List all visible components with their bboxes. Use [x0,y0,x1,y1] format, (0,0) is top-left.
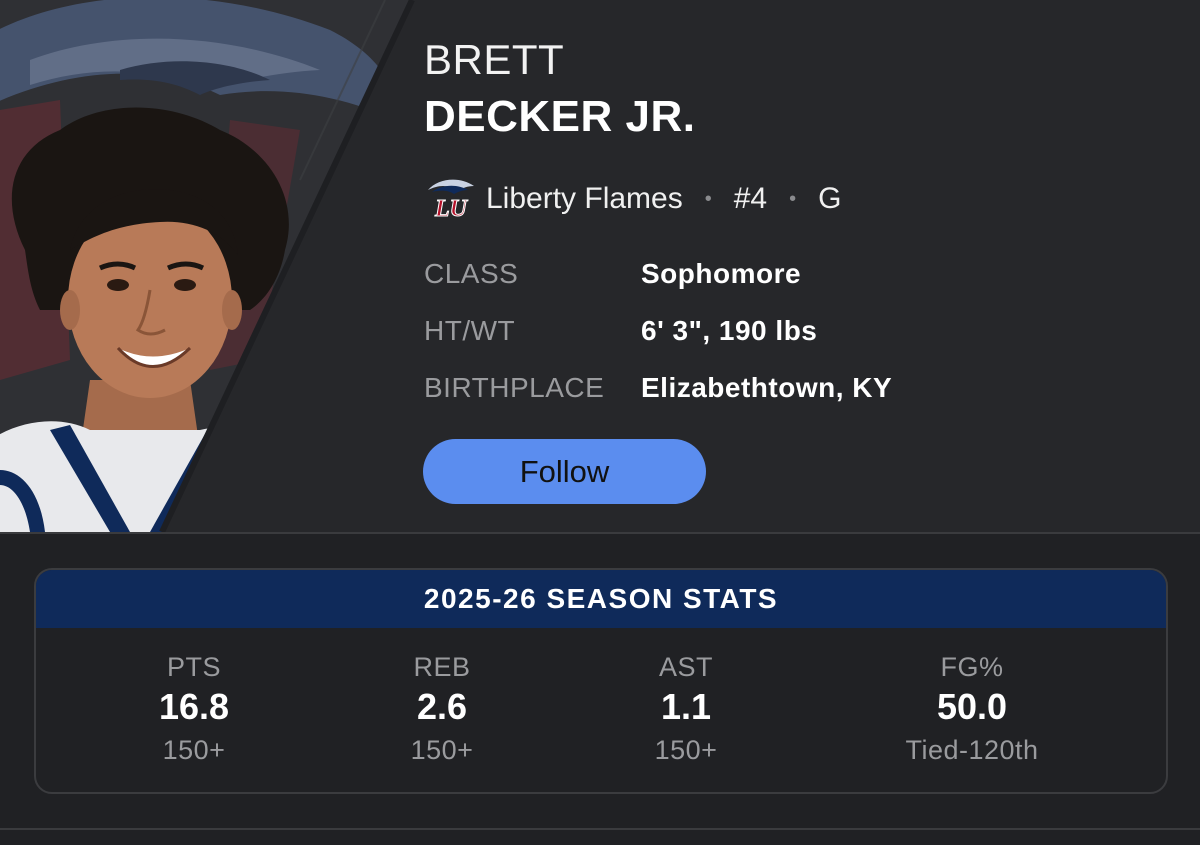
stats-title: 2025-26 SEASON STATS [36,570,1166,628]
player-last-name: DECKER JR. [424,92,696,141]
stat-rank: 150+ [654,735,718,765]
info-value: Elizabethtown, KY [641,372,893,403]
info-row-birthplace: BIRTHPLACE Elizabethtown, KY [424,370,892,406]
info-label: BIRTHPLACE [424,372,605,403]
stat-fg-pct: FG% 50.0 Tied-120th [852,650,1092,770]
stat-value: 50.0 [936,686,1008,727]
separator-dot: • [704,187,712,210]
info-label: HT/WT [424,315,516,346]
stat-label: FG% [940,652,1004,682]
follow-button[interactable]: Follow [423,439,706,504]
stat-label: PTS [166,652,221,682]
team-logo-icon: LU [428,179,474,222]
stat-label: AST [658,652,713,682]
team-name[interactable]: Liberty Flames [486,182,683,216]
stat-value: 1.1 [660,686,712,727]
stat-ast: AST 1.1 150+ [566,650,806,770]
separator-dot: • [789,187,797,210]
info-row-height-weight: HT/WT 6' 3", 190 lbs [424,313,817,349]
bottom-divider [0,828,1200,830]
header-divider [0,532,1200,534]
stat-rank: Tied-120th [905,735,1039,765]
team-row: LU Liberty Flames • #4 • G [424,176,841,222]
player-position: G [818,182,842,215]
stat-reb: REB 2.6 150+ [322,650,562,770]
info-value: Sophomore [641,258,802,289]
player-first-name: BRETT [424,36,565,83]
svg-text:LU: LU [434,196,469,222]
stat-value: 16.8 [158,686,230,727]
season-stats-card: 2025-26 SEASON STATS PTS 16.8 150+ REB 2… [34,568,1168,794]
info-row-class: CLASS Sophomore [424,256,801,292]
stat-rank: 150+ [410,735,474,765]
stat-rank: 150+ [162,735,226,765]
jersey-number: #4 [733,182,768,215]
stat-pts: PTS 16.8 150+ [74,650,314,770]
stat-label: REB [413,652,471,682]
info-label: CLASS [424,258,519,289]
stat-value: 2.6 [416,686,468,727]
player-photo [0,0,420,532]
player-header: BRETT DECKER JR. LU Liberty Flames • #4 … [0,0,1200,532]
info-value: 6' 3", 190 lbs [641,315,818,346]
